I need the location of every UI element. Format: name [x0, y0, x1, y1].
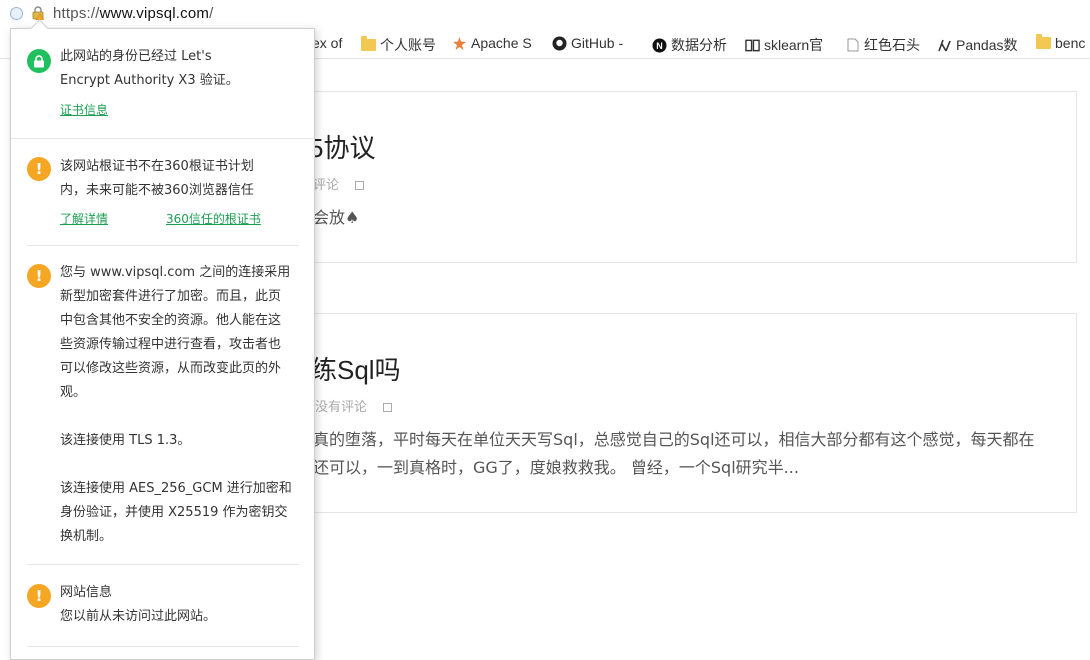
post-meta: 评论 [313, 174, 365, 193]
bookmark-item[interactable]: 个人账号 [361, 35, 436, 55]
bookmark-item[interactable]: Apache S [452, 35, 532, 51]
site-info-text: 您以前从未访问过此网站。 [60, 609, 217, 624]
certificate-info-link[interactable]: 证书信息 [60, 101, 108, 118]
post-excerpt: 真的堕落，平时每天在单位天天写Sql，总感觉自己的Sql还可以，相信大部分都有这… [313, 430, 1035, 477]
warning-icon: ! [27, 584, 51, 608]
folder-icon [1036, 34, 1051, 51]
divider [11, 138, 314, 139]
page-icon [845, 38, 860, 53]
book-icon [745, 38, 760, 53]
url-text[interactable]: https://www.vipsql.com/ [53, 5, 214, 22]
warning-icon: ! [27, 264, 51, 288]
post-card[interactable]: 练Sql吗 没有评论 真的堕落，平时每天在单位天天写Sql，总感觉自己的Sql还… [300, 313, 1077, 513]
lock-icon [27, 49, 51, 73]
site-info-title: 网站信息 [60, 585, 113, 600]
tls-version: 该连接使用 TLS 1.3。 [60, 433, 191, 448]
divider [27, 646, 299, 647]
address-bar[interactable]: https://www.vipsql.com/ [0, 0, 1090, 26]
site-status-icon[interactable] [10, 6, 23, 20]
folder-icon [361, 36, 376, 53]
warning-lock-icon[interactable] [31, 6, 45, 20]
post-title[interactable]: 5协议 [309, 128, 375, 165]
warning-icon: ! [27, 157, 51, 181]
cipher-description: 该连接使用 AES_256_GCM 进行加密和 身份验证，并使用 X25519 … [60, 481, 292, 544]
post-card[interactable]: 5协议 评论 会放♠ [300, 91, 1077, 263]
bookmark-item[interactable]: N 数据分析 [652, 35, 727, 55]
bookmark-item[interactable]: ex of [312, 35, 342, 51]
divider [27, 564, 299, 565]
apache-feather-icon [452, 36, 467, 51]
bookmark-item[interactable]: sklearn官 [745, 35, 823, 55]
bookmark-item[interactable]: GitHub - [552, 35, 623, 51]
comment-square-icon [355, 181, 365, 190]
post-excerpt: 会放♠ [313, 208, 360, 227]
learn-more-link[interactable]: 了解详情 [60, 210, 108, 227]
post-title[interactable]: 练Sql吗 [311, 350, 401, 387]
github-icon [552, 36, 567, 51]
n-logo-icon: N [652, 38, 667, 53]
connection-description: 您与 www.vipsql.com 之间的连接采用 新型加密套件进行了加密。而且… [60, 265, 291, 400]
post-meta: 没有评论 [315, 396, 393, 415]
comment-square-icon [383, 403, 393, 412]
svg-text:N: N [656, 41, 663, 51]
trusted-root-certs-link[interactable]: 360信任的根证书 [166, 210, 261, 227]
bookmark-item[interactable]: 红色石头 [845, 35, 920, 55]
bookmark-item[interactable]: benc [1036, 34, 1085, 51]
bookmark-item[interactable]: Pandas数 [937, 35, 1017, 55]
pandas-icon [937, 38, 952, 53]
security-info-popup: 此网站的身份已经过 Let's Encrypt Authority X3 验证。… [10, 28, 315, 660]
divider [27, 245, 299, 246]
